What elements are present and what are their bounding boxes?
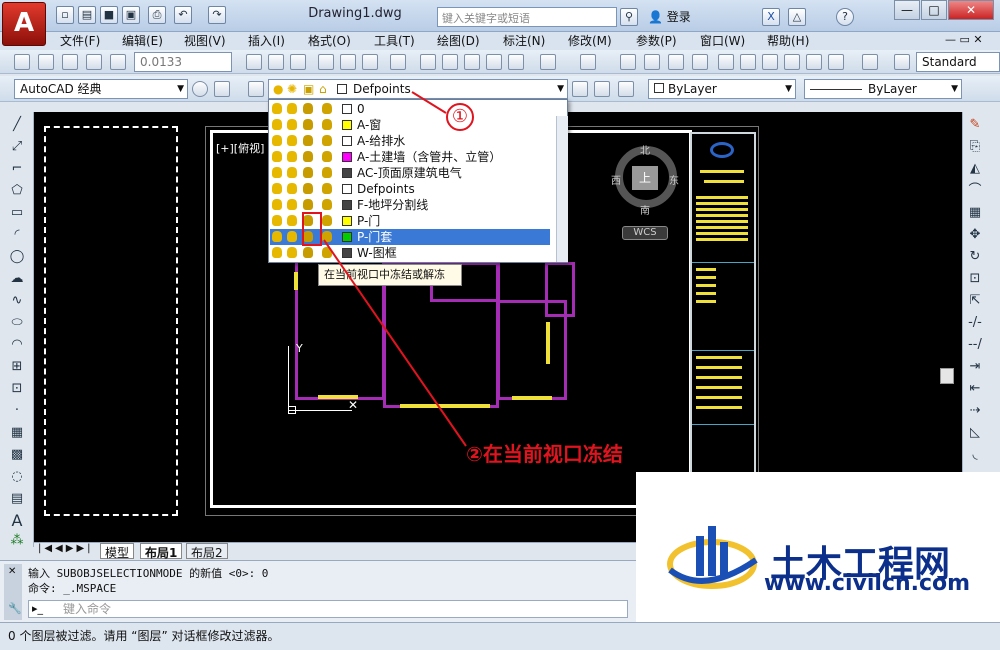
annotation-arrows — [323, 91, 467, 447]
arrow-2 — [323, 239, 467, 447]
step-2-label: ②在当前视口冻结 — [466, 442, 623, 466]
arrow-1 — [411, 91, 447, 114]
